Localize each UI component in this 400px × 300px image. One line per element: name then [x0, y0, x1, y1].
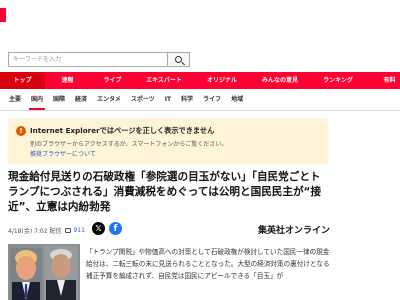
- main-nav: トップ 速報 ライブ エキスパート オリジナル みんなの意見 ランキング 有料: [0, 72, 400, 89]
- search-button[interactable]: [168, 52, 190, 67]
- comment-icon: [65, 228, 72, 233]
- comment-count: 911: [73, 227, 85, 234]
- nav-paid[interactable]: 有料: [367, 72, 400, 89]
- person-left-image: [10, 248, 42, 300]
- publish-date: 4/18(金) 7:02 配信: [8, 228, 62, 235]
- nav-top[interactable]: トップ: [0, 72, 45, 89]
- tab-sports[interactable]: スポーツ: [126, 89, 160, 110]
- category-nav: 主要 国内 国際 経済 エンタメ スポーツ IT 科学 ライフ 地域: [0, 89, 400, 111]
- article-body: 「トランプ関税」や物価高への対策として石破政権が検討していた国民一律の現金給付は…: [86, 248, 330, 280]
- nav-live[interactable]: ライブ: [90, 72, 135, 89]
- facebook-share-icon[interactable]: f: [109, 222, 122, 235]
- comment-link[interactable]: 911: [65, 227, 85, 234]
- tab-local[interactable]: 地域: [226, 89, 248, 110]
- warning-icon: !: [16, 126, 26, 136]
- tab-it[interactable]: IT: [160, 89, 176, 110]
- warning-title: Internet Explorerではページを正しく表示できません: [30, 126, 215, 135]
- brand-mark[interactable]: [0, 8, 6, 22]
- nav-original[interactable]: オリジナル: [193, 72, 251, 89]
- tab-international[interactable]: 国際: [48, 89, 70, 110]
- recommended-browser-link[interactable]: 推奨ブラウザーについて: [30, 149, 96, 158]
- nav-ranking[interactable]: ランキング: [309, 72, 367, 89]
- x-share-icon[interactable]: 𝕏: [92, 222, 105, 235]
- search-icon: [175, 56, 182, 63]
- tab-life[interactable]: ライフ: [198, 89, 226, 110]
- person-right-image: [44, 246, 78, 300]
- source-name[interactable]: 集英社オンライン: [258, 223, 330, 236]
- nav-breaking[interactable]: 速報: [45, 72, 90, 89]
- browser-warning: ! Internet Explorerではページを正しく表示できません 別のブラ…: [8, 118, 328, 164]
- nav-expert[interactable]: エキスパート: [135, 72, 193, 89]
- search-input[interactable]: キーワードを入力: [8, 52, 168, 67]
- tab-entertainment[interactable]: エンタメ: [92, 89, 126, 110]
- tab-science[interactable]: 科学: [176, 89, 198, 110]
- warning-body: 別のブラウザーからアクセスするか、スマートフォンからご覧ください。: [30, 141, 228, 148]
- nav-opinions[interactable]: みんなの意見: [251, 72, 309, 89]
- tab-main[interactable]: 主要: [4, 89, 26, 110]
- article-photo[interactable]: [8, 244, 80, 300]
- article-meta: 4/18(金) 7:02 配信 911: [8, 226, 85, 235]
- tab-economy[interactable]: 経済: [70, 89, 92, 110]
- article-headline: 現金給付見送りの石破政権「参院選の目玉がない」「自民党ごとトランプにつぶされる」…: [8, 171, 322, 213]
- tab-domestic[interactable]: 国内: [26, 89, 48, 110]
